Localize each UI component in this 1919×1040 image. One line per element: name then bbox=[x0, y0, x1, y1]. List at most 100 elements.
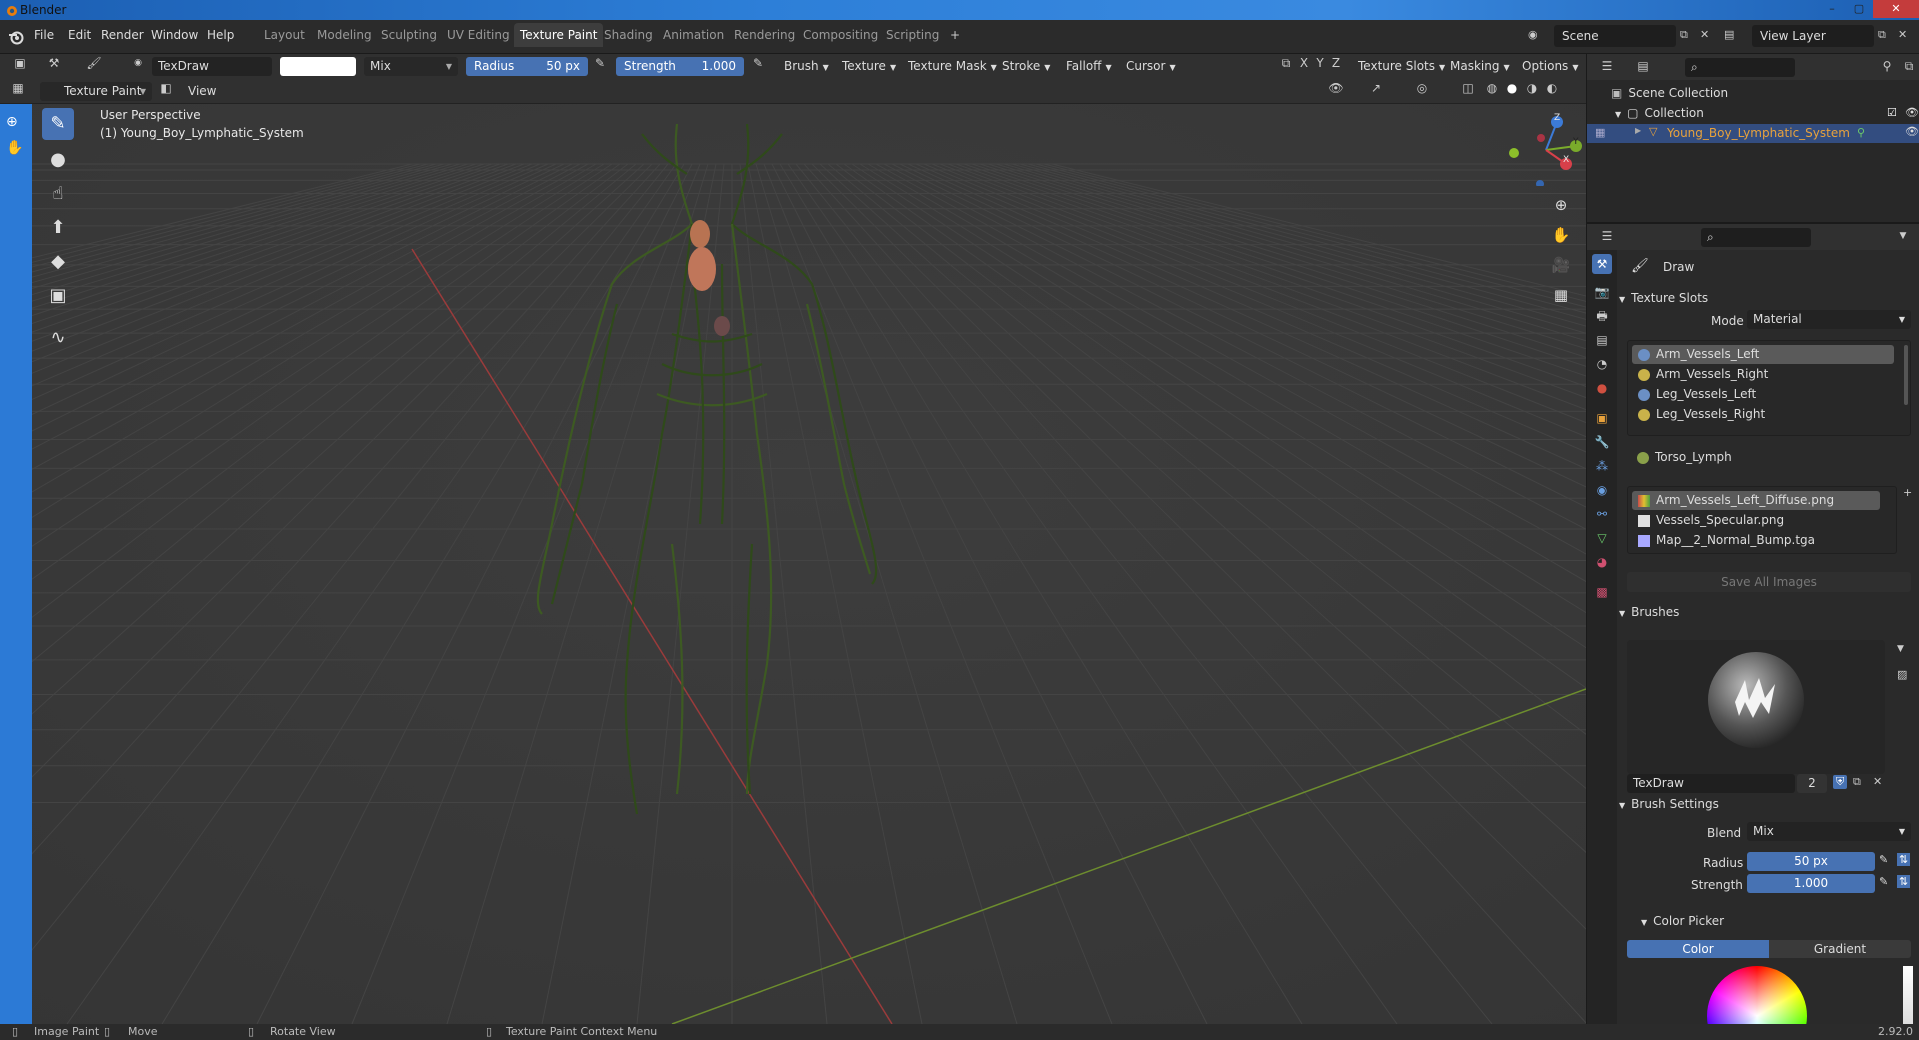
output-tab-icon[interactable]: 🖶 bbox=[1592, 306, 1612, 326]
menu-stroke[interactable]: Stroke ▼ bbox=[996, 57, 1056, 76]
value-slider[interactable] bbox=[1903, 966, 1913, 1026]
tab-scripting[interactable]: Scripting bbox=[880, 28, 945, 42]
fake-user-shield-icon[interactable]: ⛨ bbox=[1833, 775, 1848, 789]
data-tab-icon[interactable]: ▽ bbox=[1592, 528, 1612, 548]
list-item[interactable]: Map__2_Normal_Bump.tga bbox=[1632, 531, 1880, 550]
menu-file[interactable]: File bbox=[34, 28, 54, 42]
mask-tool[interactable]: ▣ bbox=[42, 280, 74, 312]
navigation-gizmo[interactable] bbox=[1504, 108, 1582, 186]
object-tab-icon[interactable]: ▣ bbox=[1592, 408, 1612, 428]
camera-view-icon[interactable]: 🎥 bbox=[1548, 252, 1574, 278]
particles-tab-icon[interactable]: ⁂ bbox=[1592, 456, 1612, 476]
brush-icon[interactable]: 🖌 bbox=[84, 54, 104, 73]
list-item[interactable]: Leg_Vessels_Left bbox=[1632, 385, 1894, 404]
mode-dropdown[interactable]: Texture Paint ▼ bbox=[40, 82, 152, 101]
list-item[interactable]: Torso_Lymph bbox=[1631, 448, 1893, 467]
soften-tool[interactable]: ● bbox=[42, 144, 74, 176]
object-mode-icon[interactable]: ▦ bbox=[1595, 126, 1605, 139]
clone-tool[interactable]: ⬆ bbox=[42, 212, 74, 244]
outliner-editor-icon[interactable]: ☰ bbox=[1597, 57, 1617, 76]
list-item[interactable]: Arm_Vessels_Left bbox=[1632, 345, 1894, 364]
editor-type-icon-2[interactable]: ▦ bbox=[8, 79, 28, 98]
outliner-search-input[interactable]: ⌕ bbox=[1685, 58, 1795, 77]
symmetry-icon[interactable]: ⧉ bbox=[1276, 54, 1296, 73]
pan-view-icon[interactable]: ✋ bbox=[1548, 222, 1574, 248]
add-workspace-button[interactable]: + bbox=[944, 28, 966, 42]
view-layer-icon[interactable]: ▤ bbox=[1724, 28, 1734, 41]
list-scrollbar[interactable] bbox=[1904, 345, 1908, 405]
image-slot-list[interactable]: Arm_Vessels_Left_Diffuse.png Vessels_Spe… bbox=[1627, 486, 1897, 554]
display-mode-icon[interactable]: ▤ bbox=[1633, 57, 1653, 76]
tab-compositing[interactable]: Compositing bbox=[797, 28, 884, 42]
object-eye-icon[interactable]: 👁 bbox=[1905, 125, 1919, 138]
list-item[interactable]: Arm_Vessels_Right bbox=[1632, 365, 1894, 384]
unlink-brush-icon[interactable]: ✕ bbox=[1873, 775, 1882, 788]
save-all-images-button[interactable]: Save All Images bbox=[1627, 572, 1911, 592]
radius-pressure-icon[interactable]: ✎ bbox=[590, 54, 610, 73]
menu-render[interactable]: Render bbox=[101, 28, 144, 42]
overlays-icon[interactable]: ◎ bbox=[1412, 79, 1432, 98]
list-item[interactable]: Leg_Vessels_Right bbox=[1632, 405, 1894, 424]
filter-icon[interactable]: ⚲ bbox=[1877, 57, 1897, 76]
menu-texture-mask[interactable]: Texture Mask ▼ bbox=[902, 57, 1003, 76]
wireframe-shading-icon[interactable]: ◍ bbox=[1482, 79, 1502, 98]
add-image-icon[interactable]: + bbox=[1903, 486, 1912, 499]
menu-texture[interactable]: Texture ▼ bbox=[836, 57, 902, 76]
pan-icon[interactable]: ✋ bbox=[6, 140, 23, 156]
menu-falloff[interactable]: Falloff ▼ bbox=[1060, 57, 1118, 76]
mirror-z-button[interactable]: Z bbox=[1326, 54, 1346, 73]
tool-tab-icon[interactable]: ⚒ bbox=[1592, 254, 1612, 274]
brush-color-swatch[interactable] bbox=[280, 57, 356, 76]
color-picker-subpanel-header[interactable]: ▼ Color Picker bbox=[1641, 914, 1724, 928]
duplicate-brush-icon[interactable]: ⧉ bbox=[1853, 775, 1861, 789]
tab-uv-editing[interactable]: UV Editing bbox=[441, 28, 516, 42]
radius-slider[interactable]: Radius 50 px bbox=[466, 57, 588, 76]
tab-texture-paint[interactable]: Texture Paint bbox=[514, 23, 604, 47]
radius-pressure-icon-props[interactable]: ✎ bbox=[1879, 853, 1888, 866]
3d-viewport[interactable]: ✎ ● ☝ ⬆ ◆ ▣ ∿ User Perspective (1) Young… bbox=[32, 104, 1586, 1024]
delete-view-layer-icon[interactable]: ✕ bbox=[1898, 28, 1907, 41]
properties-options-icon[interactable]: ▼ bbox=[1893, 227, 1913, 246]
list-item[interactable] bbox=[1632, 425, 1894, 435]
tab-shading[interactable]: Shading bbox=[598, 28, 659, 42]
expand-collection-icon[interactable]: ▼ bbox=[1615, 110, 1621, 119]
list-item[interactable]: Arm_Vessels_Left_Diffuse.png bbox=[1632, 491, 1880, 510]
world-tab-icon[interactable]: ● bbox=[1592, 378, 1612, 398]
scene-browse-icon[interactable]: ◉ bbox=[1528, 28, 1538, 41]
brush-preview[interactable] bbox=[1627, 640, 1885, 774]
brush-name-input[interactable]: TexDraw bbox=[1627, 774, 1795, 793]
smear-tool[interactable]: ☝ bbox=[42, 178, 74, 210]
menu-brush[interactable]: Brush ▼ bbox=[778, 57, 835, 76]
color-tab[interactable]: Color bbox=[1627, 940, 1769, 958]
zoom-icon[interactable]: ⊕ bbox=[6, 114, 18, 130]
brush-list-dropdown-icon[interactable]: ▼ bbox=[1897, 644, 1904, 654]
draw-tool[interactable]: ✎ bbox=[42, 108, 74, 140]
zoom-view-icon[interactable]: ⊕ bbox=[1548, 192, 1574, 218]
strength-field[interactable]: 1.000 bbox=[1747, 874, 1875, 893]
brush-settings-panel-header[interactable]: ▼ Brush Settings bbox=[1619, 792, 1719, 816]
brush-image-icon[interactable]: ▨ bbox=[1897, 668, 1907, 681]
gradient-tab[interactable]: Gradient bbox=[1769, 940, 1911, 958]
constraints-tab-icon[interactable]: ⚯ bbox=[1592, 504, 1612, 524]
close-window-button[interactable]: ✕ bbox=[1873, 0, 1919, 18]
view-layer-selector[interactable]: View Layer bbox=[1752, 25, 1874, 47]
tab-layout[interactable]: Layout bbox=[258, 28, 311, 42]
blender-menu-icon[interactable] bbox=[8, 29, 24, 45]
scene-tab-icon[interactable]: ◔ bbox=[1592, 354, 1612, 374]
visibility-icon[interactable]: 👁 bbox=[1326, 79, 1346, 98]
tab-animation[interactable]: Animation bbox=[657, 28, 730, 42]
blend-dropdown[interactable]: Mix ▼ bbox=[1747, 822, 1911, 841]
gizmo-icon[interactable]: ↗ bbox=[1366, 79, 1386, 98]
material-shading-icon[interactable]: ◑ bbox=[1522, 79, 1542, 98]
delete-scene-icon[interactable]: ✕ bbox=[1700, 28, 1709, 41]
minimize-button[interactable]: – bbox=[1819, 0, 1845, 18]
texture-tab-icon[interactable]: ▩ bbox=[1592, 582, 1612, 602]
fill-tool[interactable]: ◆ bbox=[42, 246, 74, 278]
maximize-button[interactable]: ▢ bbox=[1846, 0, 1872, 18]
brush-name-field[interactable]: TexDraw bbox=[152, 57, 272, 76]
strength-pressure-icon[interactable]: ✎ bbox=[748, 54, 768, 73]
physics-tab-icon[interactable]: ◉ bbox=[1592, 480, 1612, 500]
solid-shading-icon[interactable]: ● bbox=[1502, 79, 1522, 98]
tab-sculpting[interactable]: Sculpting bbox=[375, 28, 443, 42]
mode-dropdown-props[interactable]: Material ▼ bbox=[1747, 310, 1911, 329]
